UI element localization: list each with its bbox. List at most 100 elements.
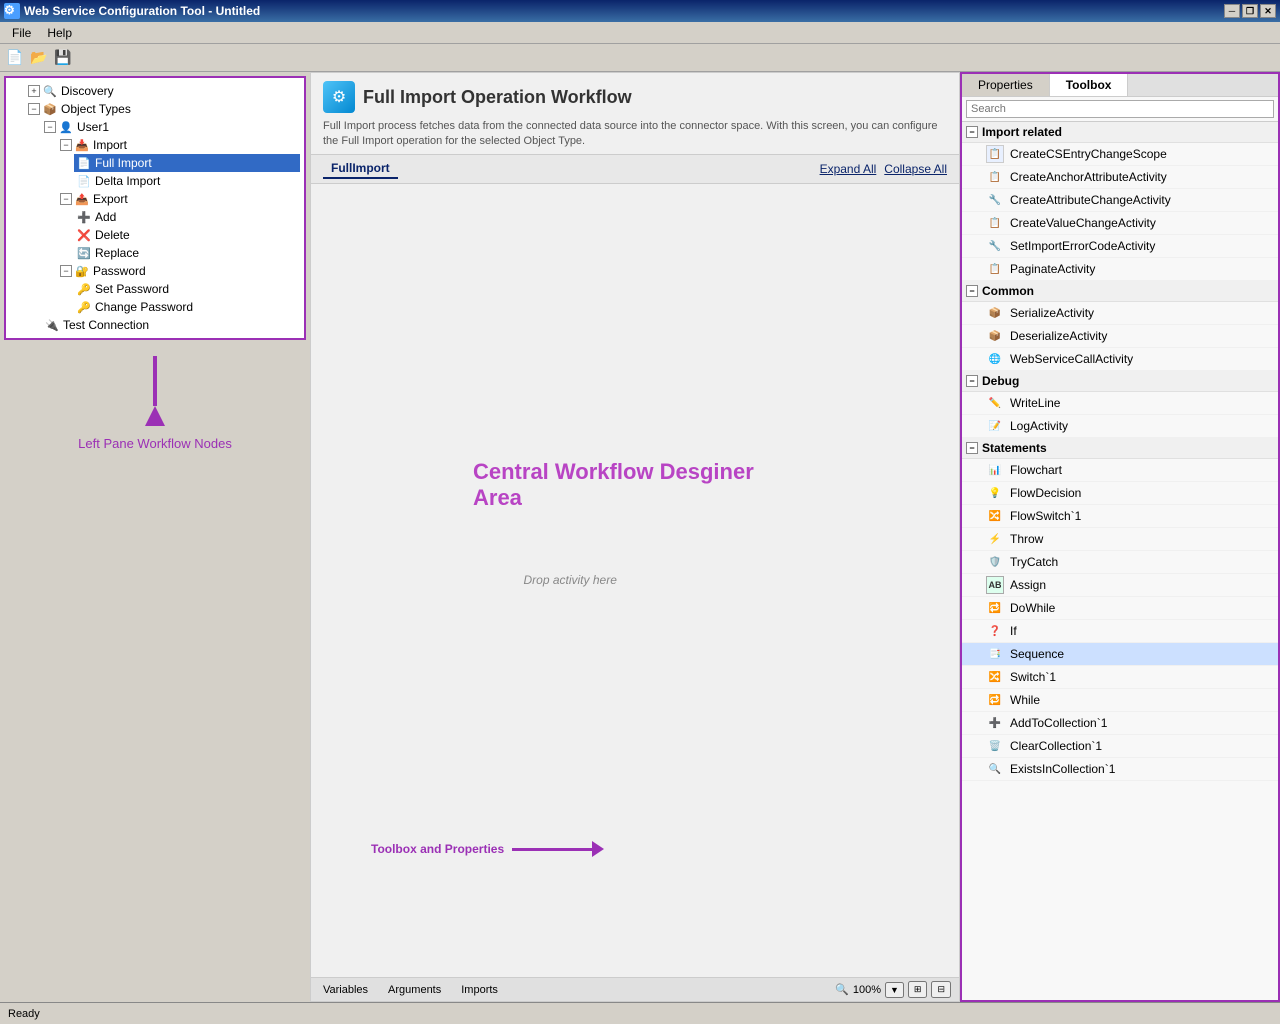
zoom-out-button[interactable]: ⊟ (931, 981, 951, 998)
group-header-debug[interactable]: − Debug (962, 371, 1278, 392)
item-create-anchor[interactable]: 📋 CreateAnchorAttributeActivity (962, 166, 1278, 189)
item-if[interactable]: ❓ If (962, 620, 1278, 643)
tree-item-import[interactable]: − 📥 Import (58, 136, 300, 154)
item-add-to-collection[interactable]: ➕ AddToCollection`1 (962, 712, 1278, 735)
user1-label: User1 (77, 120, 109, 134)
tree-item-change-password[interactable]: 🔑 Change Password (74, 298, 300, 316)
window-controls: ─ ❐ ✕ (1224, 4, 1276, 18)
item-create-value[interactable]: 📋 CreateValueChangeActivity (962, 212, 1278, 235)
item-icon-add-to-collection: ➕ (986, 714, 1004, 732)
tree-item-discovery[interactable]: + 🔍 Discovery (26, 82, 300, 100)
item-switch[interactable]: 🔀 Switch`1 (962, 666, 1278, 689)
tree-item-password[interactable]: − 🔐 Password (58, 262, 300, 280)
minimize-button[interactable]: ─ (1224, 4, 1240, 18)
item-label-flow-decision: FlowDecision (1010, 486, 1081, 500)
item-icon-create-anchor: 📋 (986, 168, 1004, 186)
arguments-tab[interactable]: Arguments (384, 982, 445, 998)
tab-properties[interactable]: Properties (962, 74, 1050, 96)
item-flowchart[interactable]: 📊 Flowchart (962, 459, 1278, 482)
test-connection-icon: 🔌 (44, 317, 60, 333)
group-header-common[interactable]: − Common (962, 281, 1278, 302)
tree-item-add[interactable]: ➕ Add (74, 208, 300, 226)
imports-tab[interactable]: Imports (457, 982, 502, 998)
item-label-webservice-call: WebServiceCallActivity (1010, 352, 1133, 366)
tree-area: + 🔍 Discovery − 📦 Object Types − 👤 User1 (4, 76, 306, 340)
open-button[interactable]: 📂 (28, 47, 50, 69)
item-flow-switch[interactable]: 🔀 FlowSwitch`1 (962, 505, 1278, 528)
item-throw[interactable]: ⚡ Throw (962, 528, 1278, 551)
group-expander-common[interactable]: − (966, 285, 978, 297)
tree-item-delete[interactable]: ❌ Delete (74, 226, 300, 244)
replace-label: Replace (95, 246, 139, 260)
designer-tab-fullimport[interactable]: FullImport (323, 159, 398, 179)
zoom-in-button[interactable]: ⊞ (908, 981, 928, 998)
item-clear-collection[interactable]: 🗑️ ClearCollection`1 (962, 735, 1278, 758)
menu-help[interactable]: Help (39, 24, 80, 42)
expander-import[interactable]: − (60, 139, 72, 151)
status-bar: Ready (0, 1002, 1280, 1024)
item-label-if: If (1010, 624, 1017, 638)
expander-export[interactable]: − (60, 193, 72, 205)
tree-item-user1[interactable]: − 👤 User1 (42, 118, 300, 136)
expander-password[interactable]: − (60, 265, 72, 277)
tree-item-delta-import[interactable]: 📄 Delta Import (74, 172, 300, 190)
group-expander-debug[interactable]: − (966, 375, 978, 387)
item-assign[interactable]: AB Assign (962, 574, 1278, 597)
expander-user1[interactable]: − (44, 121, 56, 133)
tree-item-set-password[interactable]: 🔑 Set Password (74, 280, 300, 298)
expander-object-types[interactable]: − (28, 103, 40, 115)
group-expander-statements[interactable]: − (966, 442, 978, 454)
item-create-attribute[interactable]: 🔧 CreateAttributeChangeActivity (962, 189, 1278, 212)
group-import-related: − Import related 📋 CreateCSEntryChangeSc… (962, 122, 1278, 281)
item-create-cs-entry[interactable]: 📋 CreateCSEntryChangeScope (962, 143, 1278, 166)
item-writeline[interactable]: ✏️ WriteLine (962, 392, 1278, 415)
add-label: Add (95, 210, 116, 224)
tree-item-export[interactable]: − 📤 Export (58, 190, 300, 208)
close-button[interactable]: ✕ (1260, 4, 1276, 18)
item-while[interactable]: 🔁 While (962, 689, 1278, 712)
restore-button[interactable]: ❐ (1242, 4, 1258, 18)
group-header-import-related[interactable]: − Import related (962, 122, 1278, 143)
zoom-dropdown-button[interactable]: ▼ (885, 982, 904, 998)
item-serialize[interactable]: 📦 SerializeActivity (962, 302, 1278, 325)
delete-label: Delete (95, 228, 130, 242)
item-icon-if: ❓ (986, 622, 1004, 640)
tree-item-test-connection[interactable]: 🔌 Test Connection (42, 316, 300, 334)
item-label-try-catch: TryCatch (1010, 555, 1058, 569)
full-import-label: Full Import (95, 156, 152, 170)
variables-tab[interactable]: Variables (319, 982, 372, 998)
item-label-deserialize: DeserializeActivity (1010, 329, 1107, 343)
item-try-catch[interactable]: 🛡️ TryCatch (962, 551, 1278, 574)
group-common: − Common 📦 SerializeActivity 📦 Deseriali… (962, 281, 1278, 371)
expander-discovery[interactable]: + (28, 85, 40, 97)
group-expander-import-related[interactable]: − (966, 126, 978, 138)
search-input[interactable] (966, 100, 1274, 118)
item-flow-decision[interactable]: 💡 FlowDecision (962, 482, 1278, 505)
designer-canvas[interactable]: Central Workflow Desginer Area Drop acti… (311, 184, 959, 977)
item-deserialize[interactable]: 📦 DeserializeActivity (962, 325, 1278, 348)
group-header-statements[interactable]: − Statements (962, 438, 1278, 459)
tree-item-full-import[interactable]: 📄 Full Import (74, 154, 300, 172)
tree-item-replace[interactable]: 🔄 Replace (74, 244, 300, 262)
item-sequence[interactable]: 📑 Sequence (962, 643, 1278, 666)
tab-toolbox[interactable]: Toolbox (1050, 74, 1129, 96)
new-button[interactable]: 📄 (4, 47, 26, 69)
save-button[interactable]: 💾 (52, 47, 74, 69)
item-paginate[interactable]: 📋 PaginateActivity (962, 258, 1278, 281)
item-label-flow-switch: FlowSwitch`1 (1010, 509, 1081, 523)
item-set-import-error[interactable]: 🔧 SetImportErrorCodeActivity (962, 235, 1278, 258)
item-label-add-to-collection: AddToCollection`1 (1010, 716, 1107, 730)
delta-import-label: Delta Import (95, 174, 160, 188)
item-webservice-call[interactable]: 🌐 WebServiceCallActivity (962, 348, 1278, 371)
item-icon-switch: 🔀 (986, 668, 1004, 686)
item-exists-in-collection[interactable]: 🔍 ExistsInCollection`1 (962, 758, 1278, 781)
left-annotation-text: Left Pane Workflow Nodes (78, 436, 232, 451)
item-do-while[interactable]: 🔁 DoWhile (962, 597, 1278, 620)
menu-file[interactable]: File (4, 24, 39, 42)
add-icon: ➕ (76, 209, 92, 225)
tree-item-object-types[interactable]: − 📦 Object Types (26, 100, 300, 118)
item-log-activity[interactable]: 📝 LogActivity (962, 415, 1278, 438)
item-label-create-anchor: CreateAnchorAttributeActivity (1010, 170, 1167, 184)
collapse-all-button[interactable]: Collapse All (884, 162, 947, 176)
expand-all-button[interactable]: Expand All (820, 162, 877, 176)
